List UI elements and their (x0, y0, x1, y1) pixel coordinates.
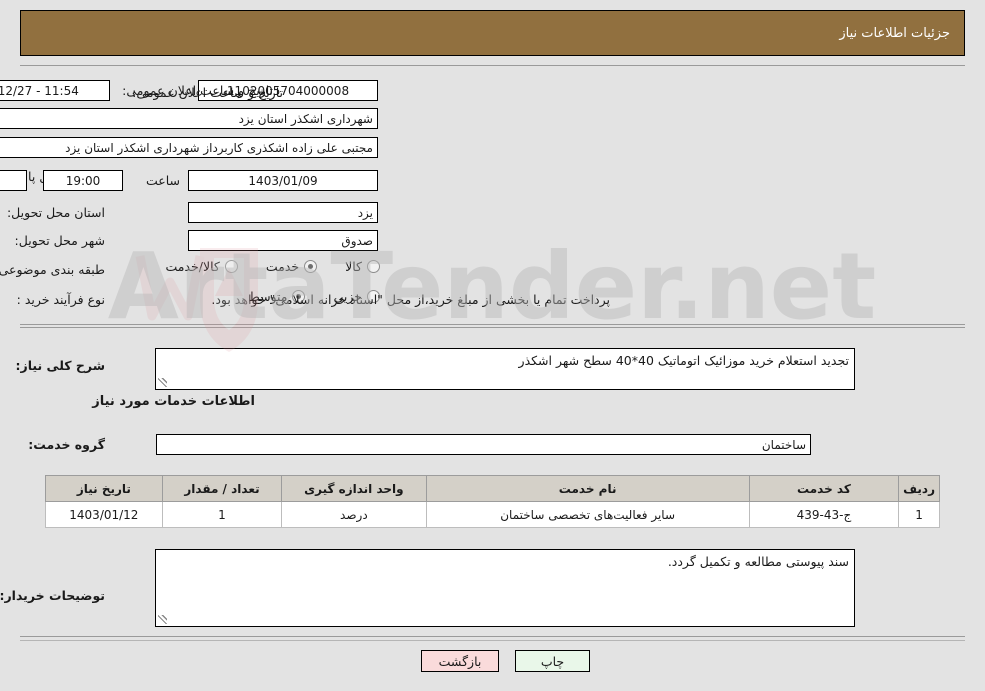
table-row: 1 ج-43-439 سایر فعالیت‌های تخصصی ساختمان در… (45, 501, 940, 528)
field-buyer-org: شهرداری اشکذر استان یزد (0, 108, 378, 129)
footer-divider (20, 640, 965, 641)
services-table: ردیف کد خدمت نام خدمت واحد اندازه گیری تعداد… (45, 475, 940, 528)
label-delivery-province: استان محل تحویل: (6, 205, 105, 220)
subject-category-radio-group[interactable]: کالا خدمت کالا/خدمت (137, 259, 380, 274)
page-title: جزئیات اطلاعات نیاز (839, 25, 950, 41)
treasury-note: پرداخت تمام یا بخشی از مبلغ خرید،از محل … (211, 292, 610, 307)
table-column-header: تعداد / مقدار (161, 475, 283, 502)
table-cell: درصد (281, 501, 427, 528)
general-description-textarea[interactable]: تجدید استعلام خرید موزائیک اتوماتیک 40*4… (155, 348, 855, 390)
subject-category-option-0[interactable]: کالا (345, 259, 380, 274)
field-service-group: ساختمان (156, 434, 811, 455)
label-general-description: شرح کلی نیاز: (15, 358, 105, 373)
subject-category-option-2[interactable]: کالا/خدمت (165, 259, 238, 274)
table-cell: 1 (898, 501, 940, 528)
subject-category-option-1[interactable]: خدمت (265, 259, 318, 274)
field-deadline-time: 19:00 (43, 170, 123, 191)
label-buyer-notes: توضیحات خریدار: (0, 588, 105, 603)
subject-category-option-label: کالا (345, 259, 362, 274)
field-delivery-city: صدوق (188, 230, 378, 251)
table-header-row: ردیف کد خدمت نام خدمت واحد اندازه گیری تعداد… (45, 475, 940, 502)
field-remaining-days: 11 (0, 170, 27, 191)
label-delivery-city: شهر محل تحویل: (14, 233, 105, 248)
print-button[interactable]: چاپ (515, 650, 590, 672)
back-button[interactable]: بازگشت (421, 650, 499, 672)
table-column-header: کد خدمت (748, 475, 900, 502)
table-column-header: ردیف (898, 475, 940, 502)
label-hour: ساعت (145, 173, 180, 188)
field-delivery-province: یزد (188, 202, 378, 223)
label-service-group: گروه خدمت: (28, 437, 105, 452)
subject-category-option-label: کالا/خدمت (165, 259, 220, 274)
radio-icon[interactable] (224, 260, 238, 273)
radio-icon[interactable] (367, 260, 380, 273)
label-subject-category: طبقه بندی موضوعی: (0, 262, 105, 277)
buyer-notes-textarea[interactable]: سند پیوستی مطالعه و تکمیل گردد. (155, 549, 855, 627)
table-column-header: واحد اندازه گیری (281, 475, 427, 502)
field-announce-datetime-value: 11:54 - 1402/12/27 (0, 80, 110, 101)
field-request-creator: مجتبی علی زاده اشکذری کاربرداز شهرداری ا… (0, 137, 378, 158)
table-column-header: تاریخ نیاز (45, 475, 163, 502)
need-info-panel (20, 65, 965, 325)
radio-icon[interactable] (304, 260, 318, 273)
label-announce-datetime-text: تاریخ و ساعت اعلان عمومی: (122, 83, 273, 98)
table-cell: 1 (161, 501, 283, 528)
services-section-title: اطلاعات خدمات مورد نیاز (92, 394, 255, 409)
table-column-header: نام خدمت (425, 475, 750, 502)
table-cell: ج-43-439 (748, 501, 900, 528)
subject-category-option-label: خدمت (265, 259, 300, 274)
label-purchase-process: نوع فرآیند خرید : (16, 292, 105, 307)
field-deadline-date: 1403/01/09 (188, 170, 378, 191)
page-title-bar: جزئیات اطلاعات نیاز (20, 10, 965, 56)
table-cell: 1403/01/12 (45, 501, 163, 528)
page-root: ArtaTender.net جزئیات اطلاعات نیاز شماره… (0, 0, 985, 691)
table-cell: سایر فعالیت‌های تخصصی ساختمان (425, 501, 750, 528)
